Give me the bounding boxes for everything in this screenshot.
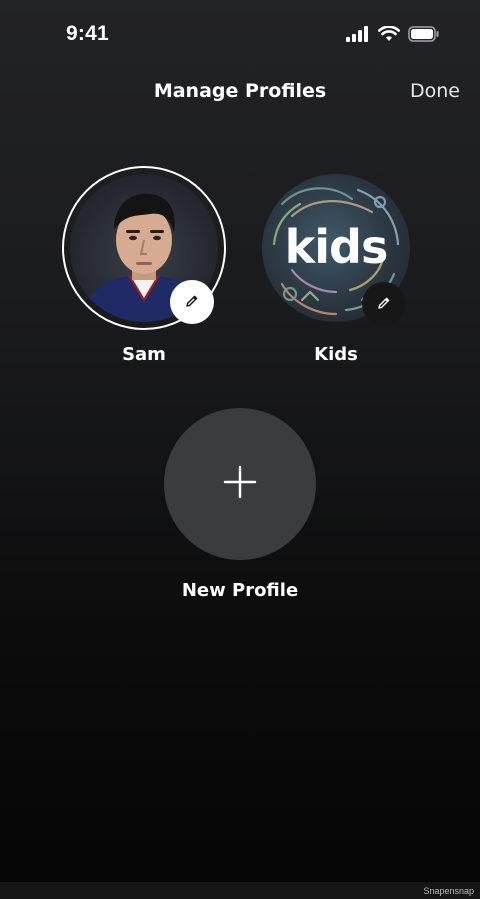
kids-logo-text: kids	[284, 220, 389, 274]
pencil-icon	[377, 295, 391, 314]
new-profile-label: New Profile	[181, 580, 299, 601]
cellular-signal-icon	[346, 26, 370, 46]
status-icons	[346, 25, 440, 46]
bottom-strip	[0, 882, 480, 899]
profile-card-kids[interactable]: kids Kids	[256, 164, 426, 374]
plus-icon	[223, 465, 257, 503]
profile-name: Kids	[314, 344, 358, 365]
profile-name: Sam	[122, 344, 166, 365]
battery-icon	[408, 26, 440, 46]
manage-profiles-screen: 9:41 Manage Profiles Done Sam kids Kids …	[0, 0, 480, 899]
pencil-icon	[185, 293, 199, 312]
done-button[interactable]: Done	[410, 80, 460, 102]
edit-profile-button[interactable]	[362, 282, 406, 326]
watermark: Snapensnap	[423, 886, 474, 896]
status-time: 9:41	[66, 22, 109, 45]
edit-profile-button[interactable]	[170, 280, 214, 324]
new-profile-button[interactable]	[164, 408, 316, 560]
page-title: Manage Profiles	[153, 80, 327, 102]
wifi-icon	[378, 25, 400, 46]
profile-card-sam[interactable]: Sam	[60, 164, 230, 374]
